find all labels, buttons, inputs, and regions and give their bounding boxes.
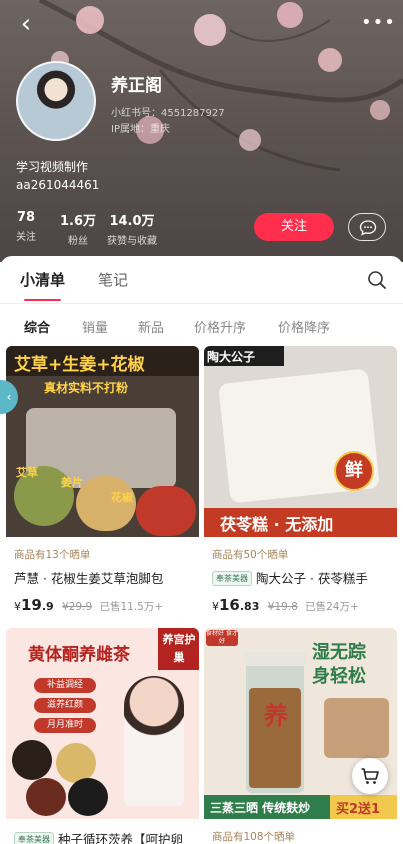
- currency-symbol: ¥: [212, 600, 219, 613]
- stat-followers-count: 1.6万: [60, 214, 97, 229]
- stat-following-count: 78: [16, 210, 36, 225]
- product-image-headline: 黄体酮养雌茶: [28, 645, 130, 665]
- more-icon[interactable]: •••: [361, 8, 395, 38]
- product-image-tag-mugwort: 艾草: [16, 466, 38, 479]
- store-badge: 奉茶美器: [212, 571, 252, 586]
- product-image-promo: 买2送1: [336, 802, 381, 817]
- product-image-tag-ginger: 姜片: [61, 476, 83, 489]
- shopping-cart-icon: [361, 768, 379, 784]
- product-title: 芦慧 · 花椒生姜艾草泡脚包: [14, 571, 164, 586]
- product-card[interactable]: 艾草+生姜+花椒 真材实料不打粉 艾草 姜片 花椒 商品有13个晒单 芦慧 · …: [6, 346, 199, 622]
- product-image: 黄体酮养雌茶 养宫护巢 补益调经 滋养红颜 月月准时: [6, 628, 199, 819]
- product-image-sub: 真材实料不打粉: [44, 381, 129, 395]
- product-image-tag-pepper: 花椒: [111, 491, 133, 504]
- username: 养正阁: [111, 76, 162, 96]
- sort-new[interactable]: 新品: [138, 317, 164, 336]
- back-icon[interactable]: ‹: [12, 10, 40, 38]
- stat-likes[interactable]: 14.0万 获赞与收藏: [107, 210, 157, 247]
- avatar[interactable]: [16, 61, 96, 141]
- product-image-bullet: 滋养红颜: [34, 698, 96, 713]
- bio-line-1: 学习视频制作: [16, 160, 89, 174]
- review-count: 商品有13个晒单: [14, 549, 91, 561]
- bio-line-2: aa261044461: [16, 178, 100, 192]
- message-button[interactable]: [348, 213, 386, 241]
- product-image-bullet: 月月准时: [34, 718, 96, 733]
- original-price: ¥19.8: [267, 601, 298, 613]
- product-card[interactable]: 食材好 食才好 湿无踪 身轻松 养 三蒸三晒 传统麸炒 买2送1 商品有108个…: [204, 628, 397, 844]
- sort-price-desc[interactable]: 价格降序: [278, 317, 330, 336]
- tab-notes[interactable]: 笔记: [98, 269, 128, 290]
- stat-likes-label: 获赞与收藏: [107, 236, 157, 247]
- chat-bubble-icon: [359, 220, 377, 236]
- product-image-corner-brand: 食材好 食才好: [206, 630, 238, 646]
- price-row: ¥19.9 ¥29.9 已售11.5万+: [6, 587, 199, 614]
- product-image-headline-2: 身轻松: [312, 666, 366, 687]
- product-image: 艾草+生姜+花椒 真材实料不打粉 艾草 姜片 花椒: [6, 346, 199, 537]
- stat-followers-label: 粉丝: [68, 236, 89, 247]
- tab-bar: 小清单 笔记: [0, 256, 403, 304]
- product-image-caption: 茯苓糕 · 无添加: [220, 515, 334, 534]
- product-image-headline: 艾草+生姜+花椒: [14, 355, 145, 375]
- price-decimal: .9: [41, 600, 54, 613]
- price-integer: 16: [219, 596, 240, 614]
- profile-header: ‹ ••• 养正阁 小红书号：4551287927 IP属地：重庆 学习视频制作…: [0, 0, 403, 262]
- stat-followers[interactable]: 1.6万 粉丝: [60, 210, 96, 247]
- follow-button[interactable]: 关注: [254, 213, 334, 241]
- review-count: 商品有50个晒单: [212, 549, 289, 561]
- sort-bar: 综合 销量 新品 价格升序 价格降序: [0, 304, 403, 348]
- product-image-brand: 陶大公子: [207, 350, 256, 364]
- product-image: 陶大公子 鲜 茯苓糕 · 无添加: [204, 346, 397, 537]
- store-badge: 奉茶美器: [14, 832, 54, 844]
- price-integer: 19: [21, 596, 42, 614]
- stat-following[interactable]: 78 关注: [16, 210, 36, 243]
- product-title: 种子循环茨养【呵护卵: [58, 832, 184, 844]
- product-image-seal: 鲜: [334, 451, 374, 491]
- price-decimal: .83: [239, 600, 260, 613]
- sort-overall[interactable]: 综合: [24, 317, 50, 336]
- sort-price-asc[interactable]: 价格升序: [194, 317, 246, 336]
- review-count: 商品有108个晒单: [212, 831, 296, 843]
- product-image-footer: 三蒸三晒 传统麸炒: [210, 801, 311, 815]
- sold-count: 已售24万+: [305, 601, 359, 613]
- ip-location: IP属地：重庆: [111, 124, 170, 135]
- product-card[interactable]: 陶大公子 鲜 茯苓糕 · 无添加 商品有50个晒单 奉茶美器 陶大公子 · 茯苓糕…: [204, 346, 397, 622]
- price-row: ¥16.83 ¥19.8 已售24万+: [204, 587, 397, 614]
- tab-shopping-list[interactable]: 小清单: [20, 269, 65, 301]
- original-price: ¥29.9: [62, 601, 93, 613]
- cart-button[interactable]: [352, 758, 388, 794]
- stat-likes-count: 14.0万: [109, 214, 155, 229]
- chevron-left-icon: ‹: [6, 390, 12, 404]
- currency-symbol: ¥: [14, 600, 21, 613]
- search-icon[interactable]: [367, 270, 387, 290]
- product-image-bullet: 补益调经: [34, 678, 96, 693]
- stat-following-label: 关注: [16, 232, 36, 243]
- product-title-row: 奉茶美器 种子循环茨养【呵护卵: [6, 819, 199, 844]
- product-image-headline-1: 湿无踪: [312, 642, 366, 663]
- product-card[interactable]: 黄体酮养雌茶 养宫护巢 补益调经 滋养红颜 月月准时 奉茶美器 种子循环茨养【呵护…: [6, 628, 199, 844]
- sold-count: 已售11.5万+: [99, 601, 164, 613]
- product-image-jar-label: 养: [264, 702, 288, 730]
- red-id: 小红书号：4551287927: [111, 108, 225, 119]
- product-title: 陶大公子 · 茯苓糕手: [256, 571, 368, 586]
- sort-sales[interactable]: 销量: [82, 317, 108, 336]
- product-title-row: 奉茶美器 陶大公子 · 茯苓糕手: [204, 562, 397, 587]
- product-image-corner-tag: 养宫护巢: [162, 633, 196, 664]
